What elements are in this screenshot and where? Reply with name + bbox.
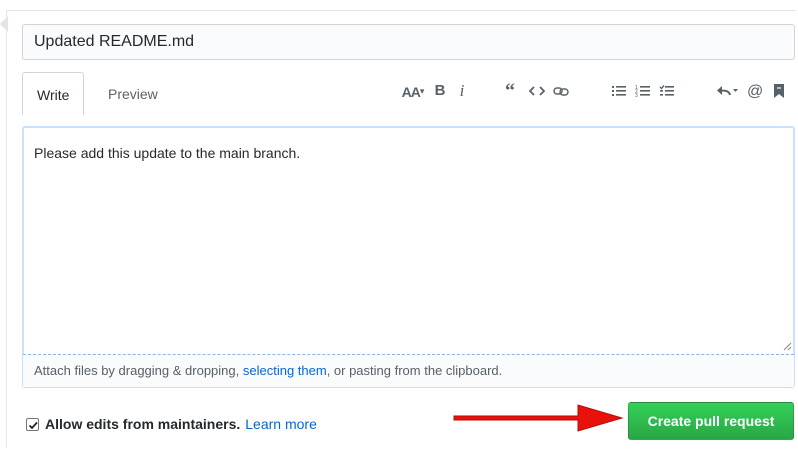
allow-edits-checkbox[interactable]	[26, 417, 39, 431]
allow-edits-row: Allow edits from maintainers. Learn more	[26, 414, 317, 434]
comment-body-textarea[interactable]: Please add this update to the main branc…	[22, 126, 795, 388]
svg-text:3: 3	[635, 93, 638, 99]
resize-handle-icon[interactable]	[782, 341, 792, 351]
quote-icon[interactable]: “	[504, 80, 520, 102]
code-icon[interactable]	[528, 80, 546, 102]
timeline-notch	[0, 16, 8, 32]
learn-more-link[interactable]: Learn more	[245, 414, 317, 434]
allow-edits-label[interactable]: Allow edits from maintainers.	[45, 414, 240, 434]
red-annotation-arrow-icon	[453, 404, 624, 432]
tab-write[interactable]: Write	[22, 72, 85, 115]
mention-icon[interactable]: @	[746, 80, 764, 102]
markdown-toolbar: AA▾ B i “ 123 @	[22, 72, 795, 114]
create-pull-request-button[interactable]: Create pull request	[628, 402, 794, 440]
attach-files-bar[interactable]: Attach files by dragging & dropping, sel…	[23, 355, 794, 387]
select-files-link[interactable]: selecting them	[243, 363, 327, 378]
link-icon[interactable]	[552, 80, 570, 102]
task-list-icon[interactable]	[658, 80, 676, 102]
italic-icon[interactable]: i	[456, 80, 468, 102]
attach-suffix: , or pasting from the clipboard.	[326, 363, 503, 378]
attach-prefix: Attach files by dragging & dropping,	[34, 363, 243, 378]
svg-text:“: “	[505, 80, 515, 102]
header-icon[interactable]: AA▾	[396, 80, 430, 102]
comment-body-text: Please add this update to the main branc…	[34, 145, 301, 161]
reply-icon[interactable]	[716, 80, 740, 102]
svg-text:@: @	[747, 83, 763, 100]
bold-icon[interactable]: B	[432, 80, 448, 102]
saved-reply-icon[interactable]	[772, 80, 786, 102]
editor-tabnav: Write Preview AA▾ B i “ 123 @	[22, 72, 795, 115]
numbered-list-icon[interactable]: 123	[634, 80, 652, 102]
pr-title-input[interactable]: Updated README.md	[22, 24, 795, 60]
bulleted-list-icon[interactable]	[610, 80, 628, 102]
